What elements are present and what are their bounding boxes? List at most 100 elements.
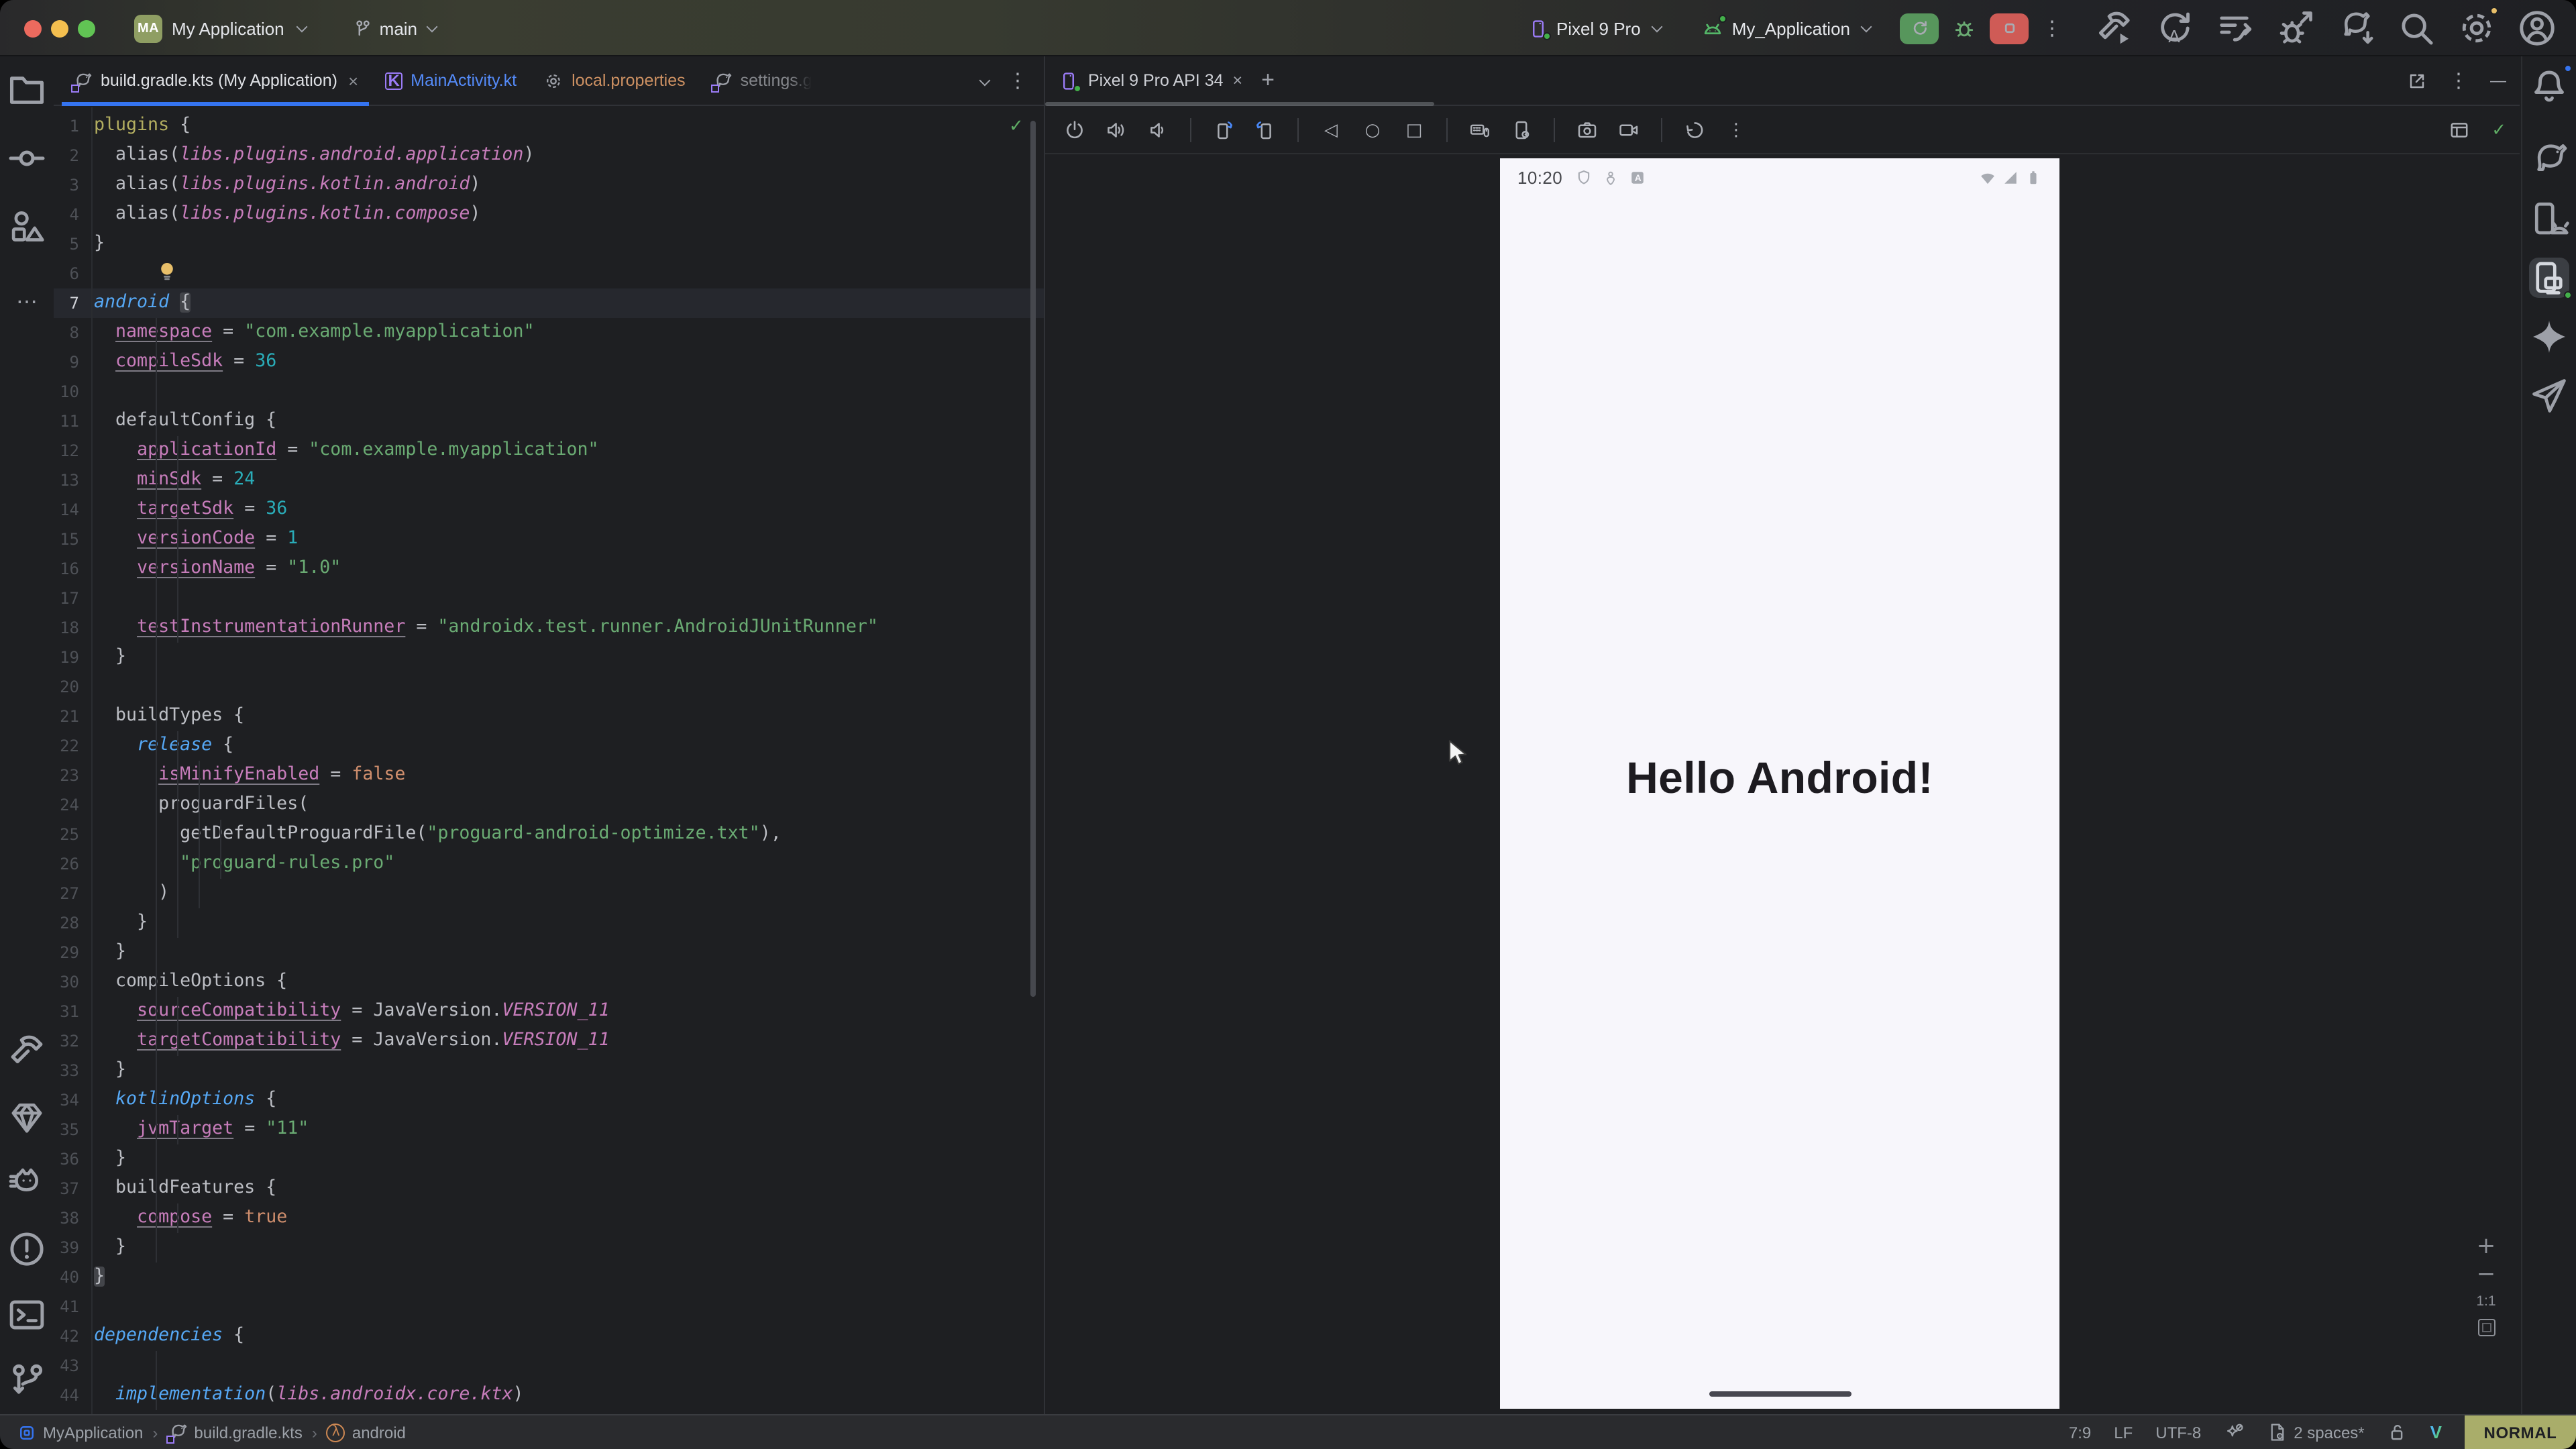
gesture-navigation-bar[interactable] <box>1709 1391 1851 1397</box>
problems-icon[interactable] <box>7 1229 47 1269</box>
code-line-6[interactable]: 6 <box>54 259 1044 288</box>
zoom-level-label[interactable]: 1:1 <box>2476 1293 2496 1309</box>
editor-options-kebab[interactable]: ⋮ <box>1008 70 1028 91</box>
virtual-input-icon[interactable] <box>1464 114 1496 146</box>
close-tab-icon[interactable]: × <box>348 70 358 91</box>
breadcrumb-item[interactable]: λandroid <box>327 1423 406 1442</box>
more-horizontal-icon[interactable]: … <box>7 275 47 315</box>
more-actions-kebab[interactable]: ⋮ <box>2042 18 2062 38</box>
volume-up-icon[interactable] <box>1100 114 1132 146</box>
editor-tab[interactable]: build.gradle.kts (My Application)× <box>59 56 372 105</box>
file-encoding[interactable]: UTF-8 <box>2155 1423 2201 1442</box>
code-line-35[interactable]: 35 jvmTarget = "11" <box>54 1115 1044 1144</box>
device-manager-icon[interactable] <box>2529 199 2569 239</box>
zoom-in-button[interactable]: + <box>2477 1237 2496 1256</box>
snapshot-reset-icon[interactable] <box>1678 114 1711 146</box>
screen-record-icon[interactable] <box>1613 114 1645 146</box>
code-line-43[interactable]: 43 <box>54 1351 1044 1381</box>
code-line-21[interactable]: 21 buildTypes { <box>54 702 1044 731</box>
code-line-39[interactable]: 39 } <box>54 1233 1044 1263</box>
code-line-17[interactable]: 17 <box>54 584 1044 613</box>
screenshot-icon[interactable] <box>1571 114 1603 146</box>
code-line-9[interactable]: 9 compileSdk = 36 <box>54 347 1044 377</box>
code-line-2[interactable]: 2 alias(libs.plugins.android.application… <box>54 141 1044 170</box>
terminal-icon[interactable] <box>7 1295 47 1335</box>
running-devices-icon[interactable] <box>2529 258 2569 298</box>
device-selector[interactable]: Pixel 9 Pro <box>1528 18 1664 38</box>
ai-assistant-disabled-icon[interactable] <box>2224 1422 2244 1442</box>
logcat-icon[interactable] <box>7 1163 47 1203</box>
power-icon[interactable] <box>1059 114 1091 146</box>
apply-changes-icon[interactable] <box>2155 8 2195 48</box>
code-line-8[interactable]: 8 namespace = "com.example.myapplication… <box>54 318 1044 347</box>
code-line-14[interactable]: 14 targetSdk = 36 <box>54 495 1044 525</box>
more-kebab-icon[interactable]: ⋮ <box>1720 114 1752 146</box>
branch-widget[interactable]: main <box>353 18 439 38</box>
rerun-button[interactable] <box>1900 13 1939 44</box>
line-ending[interactable]: LF <box>2114 1423 2133 1442</box>
code-line-32[interactable]: 32 targetCompatibility = JavaVersion.VER… <box>54 1026 1044 1056</box>
insights-gem-icon[interactable] <box>7 1097 47 1138</box>
nav-overview-icon[interactable]: □ <box>1398 114 1430 146</box>
code-line-31[interactable]: 31 sourceCompatibility = JavaVersion.VER… <box>54 997 1044 1026</box>
emulator-screen[interactable]: 10:20 Hello Android! <box>1500 158 2059 1409</box>
git-branch-icon[interactable] <box>7 1360 47 1401</box>
code-line-42[interactable]: 42dependencies { <box>54 1322 1044 1351</box>
code-line-1[interactable]: 1plugins { <box>54 111 1044 141</box>
build-run-icon[interactable] <box>2094 8 2135 48</box>
code-line-10[interactable]: 10 <box>54 377 1044 407</box>
editor-tab[interactable]: local.properties <box>530 56 699 105</box>
macos-close-button[interactable] <box>24 20 42 38</box>
attach-debugger-icon[interactable] <box>2275 8 2316 48</box>
lock-open-icon[interactable] <box>2387 1422 2408 1442</box>
rotate-right-icon[interactable] <box>1249 114 1281 146</box>
editor-tab[interactable]: KMainActivity.kt <box>372 56 530 105</box>
code-line-27[interactable]: 27 ) <box>54 879 1044 908</box>
intention-bulb-icon[interactable] <box>158 262 176 282</box>
vim-plugin-icon[interactable]: V <box>2430 1422 2442 1442</box>
code-line-38[interactable]: 38 compose = true <box>54 1203 1044 1233</box>
profile-icon[interactable] <box>2517 8 2557 48</box>
nav-home-icon[interactable]: ○ <box>1356 114 1389 146</box>
nav-back-icon[interactable]: ◁ <box>1315 114 1347 146</box>
add-device-tab-button[interactable]: + <box>1261 67 1275 94</box>
code-line-19[interactable]: 19 } <box>54 643 1044 672</box>
close-tab-icon[interactable]: × <box>1233 71 1243 90</box>
gradle-sync-icon[interactable] <box>2336 8 2376 48</box>
settings-icon[interactable] <box>2457 8 2497 48</box>
zoom-out-button[interactable]: − <box>2477 1265 2496 1284</box>
breadcrumb-item[interactable]: build.gradle.kts <box>167 1422 302 1442</box>
code-line-4[interactable]: 4 alias(libs.plugins.kotlin.compose) <box>54 200 1044 229</box>
indent-widget[interactable]: 2 spaces* <box>2267 1422 2364 1442</box>
code-line-15[interactable]: 15 versionCode = 1 <box>54 525 1044 554</box>
panel-options-kebab[interactable]: ⋮ <box>2449 70 2469 91</box>
code-line-25[interactable]: 25 getDefaultProguardFile("proguard-andr… <box>54 820 1044 849</box>
code-line-13[interactable]: 13 minSdk = 24 <box>54 466 1044 495</box>
device-settings-icon[interactable] <box>1505 114 1538 146</box>
volume-down-icon[interactable] <box>1142 114 1174 146</box>
debug-button[interactable] <box>1952 16 1976 40</box>
inspections-ok-check-icon[interactable]: ✓ <box>1009 115 1024 137</box>
code-line-24[interactable]: 24 proguardFiles( <box>54 790 1044 820</box>
editor-tab[interactable]: settings.g <box>699 56 826 105</box>
code-line-7[interactable]: 7android { <box>54 288 1044 318</box>
project-folder-icon[interactable] <box>7 70 47 110</box>
run-configuration-selector[interactable]: My_Application <box>1701 17 1873 40</box>
code-line-12[interactable]: 12 applicationId = "com.example.myapplic… <box>54 436 1044 466</box>
code-line-23[interactable]: 23 isMinifyEnabled = false <box>54 761 1044 790</box>
code-line-41[interactable]: 41 <box>54 1292 1044 1322</box>
search-icon[interactable] <box>2396 8 2436 48</box>
editor-scrollbar[interactable] <box>1030 121 1036 997</box>
rotate-left-icon[interactable] <box>1208 114 1240 146</box>
code-line-34[interactable]: 34 kotlinOptions { <box>54 1085 1044 1115</box>
breadcrumb-item[interactable]: MyApplication <box>17 1423 143 1442</box>
code-line-40[interactable]: 40} <box>54 1263 1044 1292</box>
code-line-22[interactable]: 22 release { <box>54 731 1044 761</box>
gemini-icon[interactable] <box>2529 317 2569 357</box>
code-editor[interactable]: 1plugins {2 alias(libs.plugins.android.a… <box>54 107 1044 1414</box>
travel-icon[interactable] <box>2529 376 2569 416</box>
macos-zoom-button[interactable] <box>78 20 95 38</box>
vim-mode-badge[interactable]: NORMAL <box>2465 1415 2576 1449</box>
code-line-16[interactable]: 16 versionName = "1.0" <box>54 554 1044 584</box>
code-line-3[interactable]: 3 alias(libs.plugins.kotlin.android) <box>54 170 1044 200</box>
